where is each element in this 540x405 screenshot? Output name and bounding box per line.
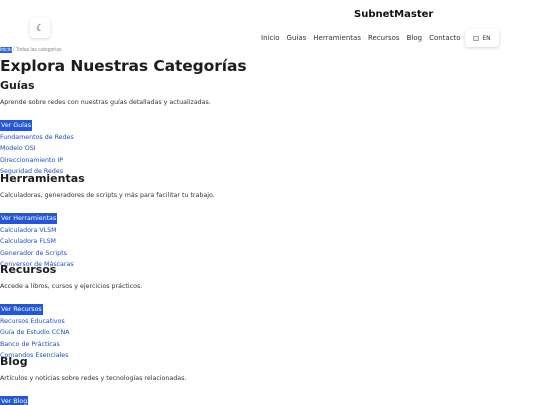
language-label: EN xyxy=(482,34,491,42)
section-description: Aprende sobre redes con nuestras guías d… xyxy=(0,99,211,106)
flag-icon xyxy=(473,35,480,41)
category-link[interactable]: Calculadora FLSM xyxy=(0,236,215,247)
category-link[interactable]: Guía de Estudio CCNA xyxy=(0,327,142,338)
breadcrumb-rest: / Todas las categorías xyxy=(13,47,62,53)
view-blog-button[interactable]: Ver Blog xyxy=(0,396,29,405)
category-link[interactable]: Recursos Educativos xyxy=(0,316,142,327)
breadcrumb: Inicio / Todas las categorías xyxy=(0,47,62,53)
nav-link-guias[interactable]: Guías xyxy=(287,34,307,42)
section-title: Guías xyxy=(0,79,35,92)
view-recursos-button[interactable]: Ver Recursos xyxy=(0,304,43,316)
nav-link-herramientas[interactable]: Herramientas xyxy=(313,34,361,42)
nav-link-recursos[interactable]: Recursos xyxy=(368,34,400,42)
nav-link-contacto[interactable]: Contacto xyxy=(429,34,461,42)
language-switch-button[interactable]: EN xyxy=(465,29,499,47)
nav-link-inicio[interactable]: Inicio xyxy=(261,34,280,42)
category-section-recursos: Recursos Accede a libros, cursos y ejerc… xyxy=(0,263,142,361)
brand-logo-text[interactable]: SubnetMaster xyxy=(354,9,433,20)
main-nav: Inicio Guías Herramientas Recursos Blog … xyxy=(261,34,468,42)
site-header: ☾ SubnetMaster Inicio Guías Herramientas… xyxy=(0,0,540,52)
moon-icon: ☾ xyxy=(35,22,45,33)
category-link[interactable]: Direccionamiento IP xyxy=(0,155,211,166)
section-description: Accede a libros, cursos y ejercicios prá… xyxy=(0,283,143,290)
category-link[interactable]: Modelo OSI xyxy=(0,143,211,154)
category-section-herramientas: Herramientas Calculadoras, generadores d… xyxy=(0,172,215,270)
category-link[interactable]: Banco de Prácticas xyxy=(0,339,142,350)
section-title: Recursos xyxy=(0,263,57,276)
category-link[interactable]: Generador de Scripts xyxy=(0,248,215,259)
breadcrumb-current[interactable]: Inicio xyxy=(0,47,12,53)
nav-link-blog[interactable]: Blog xyxy=(407,34,422,42)
category-link[interactable]: Calculadora VLSM xyxy=(0,225,215,236)
view-guias-button[interactable]: Ver Guías xyxy=(0,120,33,132)
section-description: Calculadoras, generadores de scripts y m… xyxy=(0,192,215,199)
page-title: Explora Nuestras Categorías xyxy=(0,57,247,75)
category-section-guias: Guías Aprende sobre redes con nuestras g… xyxy=(0,79,211,177)
section-title: Blog xyxy=(0,355,28,368)
section-description: Artículos y noticias sobre redes y tecno… xyxy=(0,375,187,382)
theme-toggle-button[interactable]: ☾ xyxy=(30,18,50,38)
section-title: Herramientas xyxy=(0,172,85,185)
category-section-blog: Blog Artículos y noticias sobre redes y … xyxy=(0,355,186,405)
view-herramientas-button[interactable]: Ver Herramientas xyxy=(0,213,58,225)
category-link[interactable]: Fundamentos de Redes xyxy=(0,132,211,143)
